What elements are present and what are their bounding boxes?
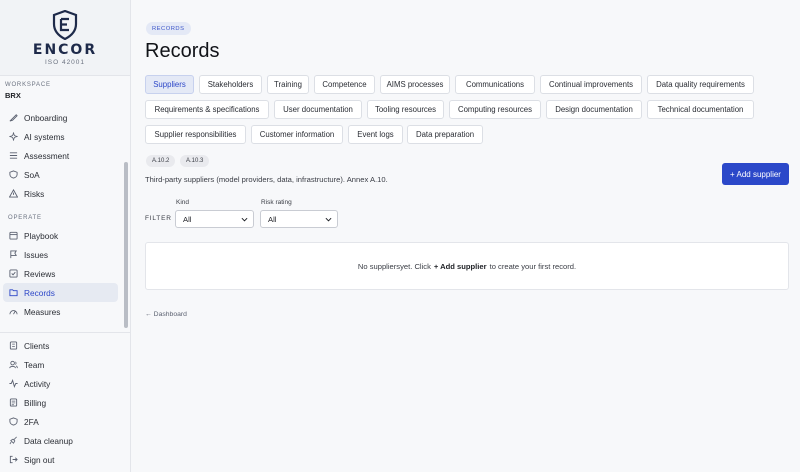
sign-out-icon [9,455,18,464]
tab-communications[interactable]: Communications [455,75,535,94]
annex-ref-badge: A.10.3 [180,155,210,167]
nav-operate: OPERATE [0,211,124,225]
kind-filter-label: Kind [176,199,190,206]
tab-aims-processes[interactable]: AIMS processes [380,75,450,94]
measures-icon [9,307,18,316]
tab-stakeholders[interactable]: Stakeholders [199,75,262,94]
section-description: Third-party suppliers (model providers, … [145,175,388,184]
sidebar-item-assessment[interactable]: Assessment [0,146,124,165]
sidebar-divider [0,332,131,333]
ai-systems-icon [9,132,18,141]
empty-state: No suppliersyet. Click + Add supplier to… [145,242,789,290]
nav-bottom: Clients Team Activity Billing 2FA Data c… [0,336,124,469]
issues-icon [9,250,18,259]
breadcrumb[interactable]: RECORDS [146,22,191,35]
main-content: RECORDS Records Suppliers Stakeholders T… [131,0,800,472]
back-to-dashboard-link[interactable]: ← Dashboard [145,311,187,318]
cleanup-icon [9,436,18,445]
sidebar-item-sign-out[interactable]: Sign out [0,450,124,469]
tab-continual-improvements[interactable]: Continual improvements [540,75,642,94]
sidebar: ENCOR ISO 42001 WORKSPACE BRX Onboarding… [0,0,131,472]
nav-top: Onboarding AI systems Assessment SoA Ris… [0,108,124,203]
sidebar-item-playbook[interactable]: Playbook [0,226,124,245]
chevron-down-icon [241,217,248,222]
sidebar-item-2fa[interactable]: 2FA [0,412,124,431]
activity-icon [9,379,18,388]
workspace-label: WORKSPACE [5,82,51,88]
tab-design-documentation[interactable]: Design documentation [546,100,642,119]
tab-suppliers[interactable]: Suppliers [145,75,194,94]
sidebar-item-data-cleanup[interactable]: Data cleanup [0,431,124,450]
sidebar-item-activity[interactable]: Activity [0,374,124,393]
tab-technical-documentation[interactable]: Technical documentation [647,100,754,119]
workspace-name[interactable]: BRX [5,91,21,100]
shield-logo-icon [52,10,78,40]
tab-training[interactable]: Training [267,75,309,94]
records-icon [9,288,18,297]
sidebar-item-team[interactable]: Team [0,355,124,374]
page-title: Records [145,40,220,62]
sidebar-item-risks[interactable]: Risks [0,184,124,203]
annex-ref-badge: A.10.2 [146,155,176,167]
sidebar-item-ai-systems[interactable]: AI systems [0,127,124,146]
sidebar-item-measures[interactable]: Measures [0,302,124,321]
risk-rating-filter-select[interactable]: All [260,210,338,228]
soa-icon [9,170,18,179]
section-label-operate: OPERATE [8,215,42,221]
risks-icon [9,189,18,198]
clients-icon [9,341,18,350]
add-supplier-button[interactable]: + Add supplier [722,163,789,185]
tab-customer-information[interactable]: Customer information [251,125,343,144]
team-icon [9,360,18,369]
tab-event-logs[interactable]: Event logs [348,125,403,144]
sidebar-item-onboarding[interactable]: Onboarding [0,108,124,127]
tab-data-quality-requirements[interactable]: Data quality requirements [647,75,754,94]
filter-label: FILTER [145,215,172,222]
sidebar-item-clients[interactable]: Clients [0,336,124,355]
assessment-icon [9,151,18,160]
sidebar-item-billing[interactable]: Billing [0,393,124,412]
brand-logo[interactable]: ENCOR ISO 42001 [0,0,130,76]
tab-user-documentation[interactable]: User documentation [274,100,362,119]
tab-data-preparation[interactable]: Data preparation [407,125,483,144]
brand-subtitle: ISO 42001 [44,59,86,66]
tab-requirements-specifications[interactable]: Requirements & specifications [145,100,269,119]
sidebar-item-issues[interactable]: Issues [0,245,124,264]
sidebar-item-records[interactable]: Records [3,283,118,302]
chevron-down-icon [325,217,332,222]
risk-rating-filter-label: Risk rating [261,199,292,206]
sidebar-item-reviews[interactable]: Reviews [0,264,124,283]
tab-computing-resources[interactable]: Computing resources [449,100,541,119]
playbook-icon [9,231,18,240]
tab-competence[interactable]: Competence [314,75,375,94]
tab-tooling-resources[interactable]: Tooling resources [367,100,444,119]
brand-name: ENCOR [32,42,98,58]
billing-icon [9,398,18,407]
kind-filter-select[interactable]: All [175,210,254,228]
nav-operate-items: Playbook Issues Reviews Records Measures [0,226,124,321]
reviews-icon [9,269,18,278]
shield-icon [9,417,18,426]
sidebar-item-soa[interactable]: SoA [0,165,124,184]
sidebar-scrollbar[interactable] [124,162,128,328]
tab-supplier-responsibilities[interactable]: Supplier responsibilities [145,125,246,144]
onboarding-icon [9,113,18,122]
empty-state-add-link[interactable]: + Add supplier [434,262,487,271]
